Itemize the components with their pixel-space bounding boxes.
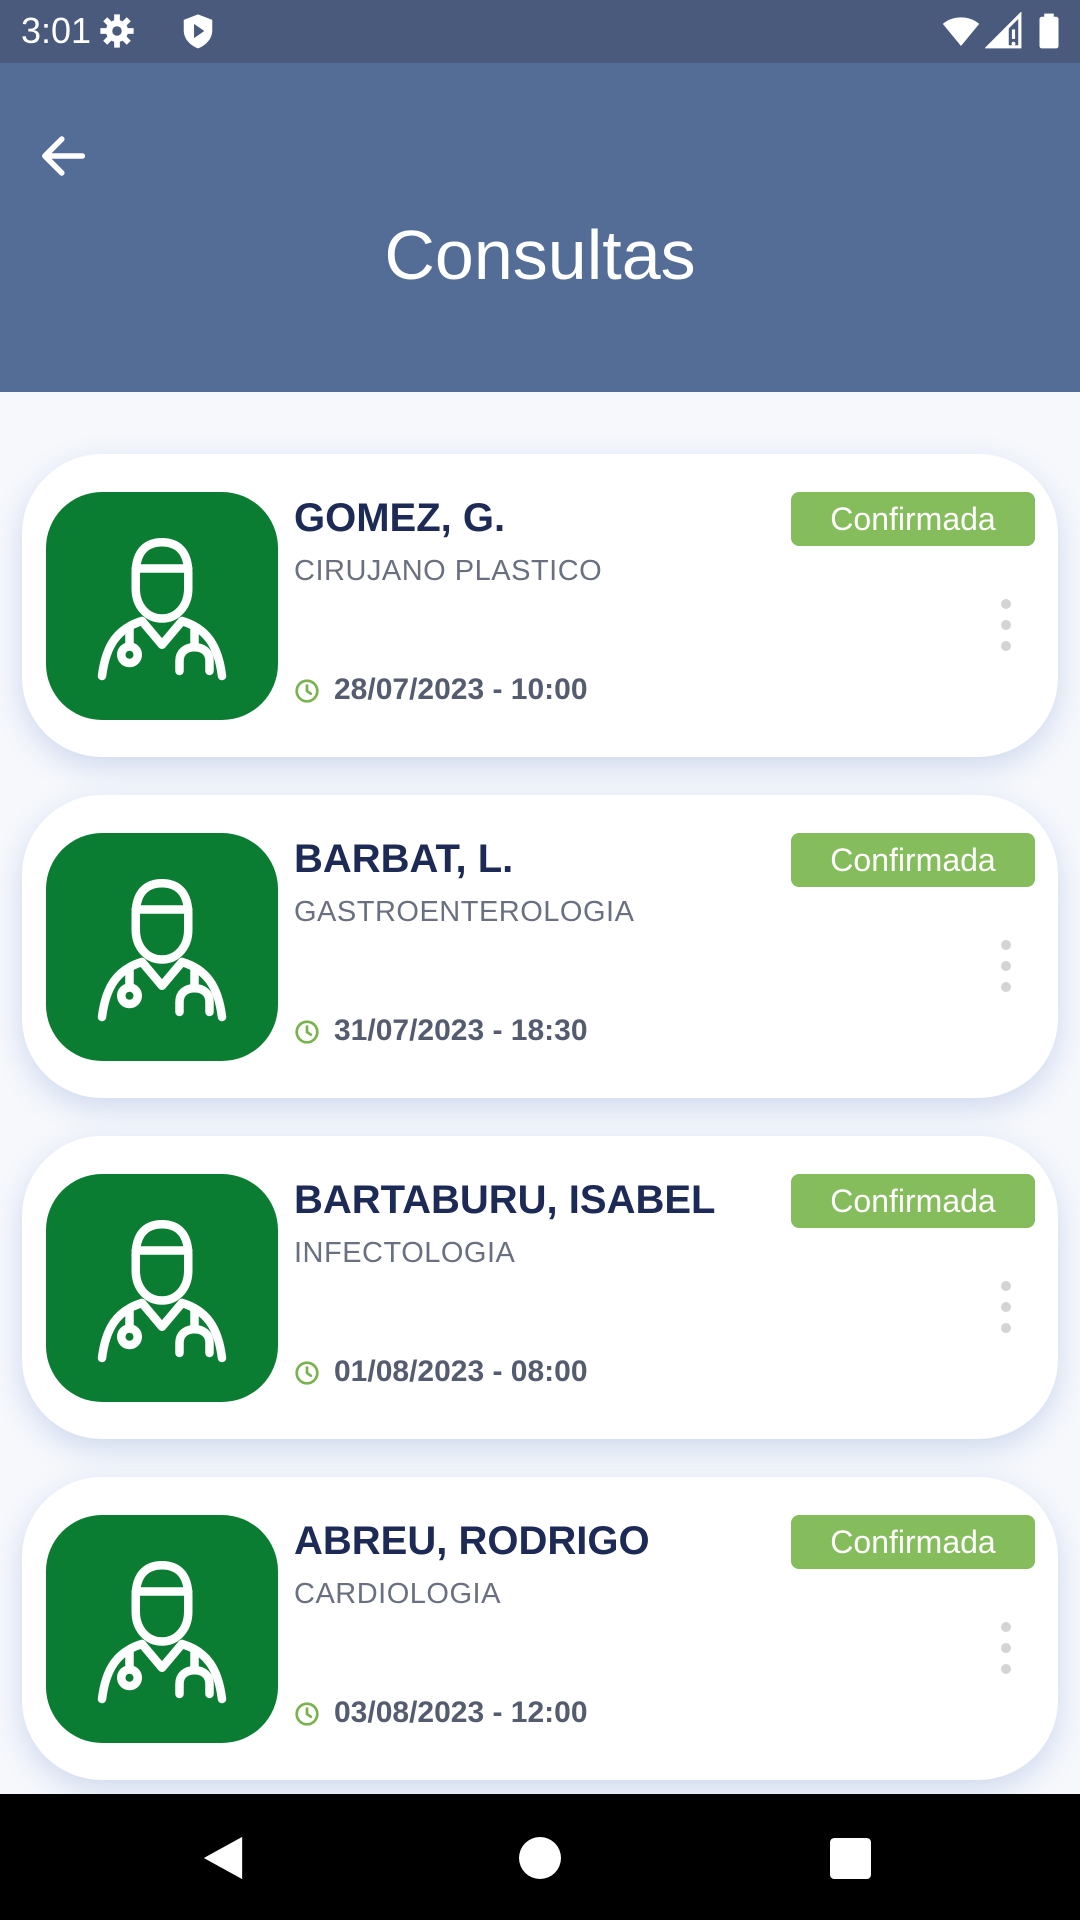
appointment-datetime: 28/07/2023 - 10:00 [334, 673, 588, 706]
navigation-bar [0, 1794, 1080, 1920]
more-vertical-icon [1001, 1281, 1011, 1291]
avatar [46, 1174, 278, 1402]
avatar [46, 1515, 278, 1743]
doctor-name: GOMEZ, G. [294, 496, 506, 540]
settings-icon [100, 14, 134, 48]
status-badge: Confirmada [791, 492, 1035, 546]
appointment-card[interactable]: GOMEZ, G. CIRUJANO PLASTICO Confirmada 2… [22, 454, 1058, 757]
app-bar: Consultas [0, 63, 1080, 392]
shield-play-icon [183, 14, 213, 49]
battery-icon [1039, 13, 1059, 49]
more-vertical-icon [1001, 599, 1011, 609]
doctor-name: BARBAT, L. [294, 837, 514, 881]
nav-home-icon[interactable] [519, 1837, 561, 1879]
appointment-card[interactable]: BARTABURU, ISABEL INFECTOLOGIA Confirmad… [22, 1136, 1058, 1439]
avatar [46, 833, 278, 1061]
status-badge: Confirmada [791, 1174, 1035, 1228]
doctor-icon [82, 1549, 242, 1709]
wifi-icon [942, 17, 980, 47]
nav-back-icon[interactable] [200, 1834, 246, 1882]
more-options-button[interactable] [997, 1622, 1015, 1674]
specialty: CIRUJANO PLASTICO [294, 555, 603, 587]
status-bar: 3:01 [0, 0, 1080, 63]
specialty: CARDIOLOGIA [294, 1578, 501, 1610]
doctor-name: BARTABURU, ISABEL [294, 1178, 716, 1222]
more-options-button[interactable] [997, 1281, 1015, 1333]
specialty: GASTROENTEROLOGIA [294, 896, 635, 928]
doctor-icon [82, 526, 242, 686]
appointment-card[interactable]: BARBAT, L. GASTROENTEROLOGIA Confirmada … [22, 795, 1058, 1098]
more-options-button[interactable] [997, 599, 1015, 651]
clock-icon [295, 679, 319, 703]
more-vertical-icon [1001, 1622, 1011, 1632]
page-title: Consultas [384, 216, 696, 294]
appointment-list[interactable]: GOMEZ, G. CIRUJANO PLASTICO Confirmada 2… [0, 392, 1080, 1794]
specialty: INFECTOLOGIA [294, 1237, 516, 1269]
avatar [46, 492, 278, 720]
appointment-datetime: 31/07/2023 - 18:30 [334, 1014, 588, 1047]
arrow-left-icon[interactable] [34, 127, 92, 185]
clock-icon [295, 1020, 319, 1044]
appointment-card[interactable]: ABREU, RODRIGO CARDIOLOGIA Confirmada 03… [22, 1477, 1058, 1780]
status-badge: Confirmada [791, 833, 1035, 887]
nav-recents-icon[interactable] [830, 1838, 871, 1879]
appointment-datetime: 03/08/2023 - 12:00 [334, 1696, 588, 1729]
signal-icon [985, 12, 1022, 49]
more-vertical-icon [1001, 940, 1011, 950]
doctor-icon [82, 867, 242, 1027]
more-options-button[interactable] [997, 940, 1015, 992]
clock-icon [295, 1361, 319, 1385]
appointment-datetime: 01/08/2023 - 08:00 [334, 1355, 588, 1388]
doctor-name: ABREU, RODRIGO [294, 1519, 650, 1563]
doctor-icon [82, 1208, 242, 1368]
clock-icon [295, 1702, 319, 1726]
status-badge: Confirmada [791, 1515, 1035, 1569]
status-time: 3:01 [21, 10, 92, 51]
